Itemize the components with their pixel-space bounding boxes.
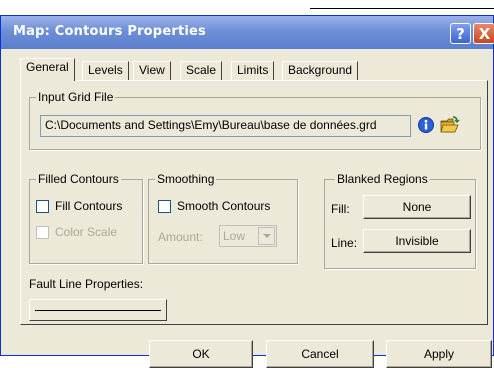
input-grid-label: Input Grid File [36, 90, 116, 104]
fault-line-label: Fault Line Properties: [29, 277, 144, 291]
amount-value: Low [223, 229, 246, 243]
blanked-regions-label: Blanked Regions [335, 172, 430, 186]
ok-button[interactable]: OK [149, 340, 253, 368]
smooth-contours-checkbox[interactable] [158, 200, 171, 213]
tab-scale[interactable]: Scale [180, 61, 223, 80]
tab-levels[interactable]: Levels [82, 61, 129, 80]
close-button[interactable]: X [473, 23, 494, 44]
smooth-contours-label: Smooth Contours [177, 199, 271, 213]
tab-view[interactable]: View [133, 61, 171, 80]
background-window-edge [310, 8, 494, 9]
amount-dropdown[interactable]: Low [219, 225, 277, 247]
blanked-regions-group: Blanked Regions Fill: None Line: Invisib… [324, 172, 476, 269]
tab-limits[interactable]: Limits [231, 61, 275, 80]
blanked-line-label: Line: [331, 236, 358, 250]
info-icon[interactable] [418, 117, 434, 133]
cancel-button[interactable]: Cancel [266, 340, 374, 368]
title-bar[interactable]: Map: Contours Properties ? X [1, 16, 494, 49]
filled-contours-label: Filled Contours [36, 172, 121, 186]
open-folder-icon[interactable] [440, 116, 460, 134]
window-title: Map: Contours Properties [13, 24, 206, 39]
apply-button[interactable]: Apply [386, 340, 492, 368]
tab-background[interactable]: Background [282, 61, 359, 80]
help-button[interactable]: ? [450, 23, 471, 44]
input-grid-group: Input Grid File C:\Documents and Setting… [29, 90, 481, 150]
fault-line-button[interactable] [29, 299, 167, 321]
tab-general[interactable]: General [20, 58, 75, 81]
blanked-fill-label: Fill: [331, 202, 350, 216]
fill-contours-checkbox[interactable] [36, 200, 49, 213]
filled-contours-group: Filled Contours Fill Contours Color Scal… [29, 172, 143, 264]
smoothing-label: Smoothing [155, 172, 217, 186]
amount-label: Amount: [158, 230, 203, 244]
color-scale-checkbox[interactable] [36, 226, 49, 239]
chevron-down-icon[interactable] [258, 227, 275, 245]
grid-file-path-field[interactable]: C:\Documents and Settings\Emy\Bureau\bas… [40, 115, 411, 137]
blanked-line-button[interactable]: Invisible [363, 229, 471, 253]
properties-dialog: Map: Contours Properties ? X General Lev… [0, 15, 494, 368]
fault-line-preview [35, 310, 161, 311]
smoothing-group: Smoothing Smooth Contours Amount: Low [148, 172, 298, 264]
color-scale-label: Color Scale [55, 225, 118, 239]
blanked-fill-button[interactable]: None [363, 195, 471, 219]
fill-contours-label: Fill Contours [55, 199, 123, 213]
